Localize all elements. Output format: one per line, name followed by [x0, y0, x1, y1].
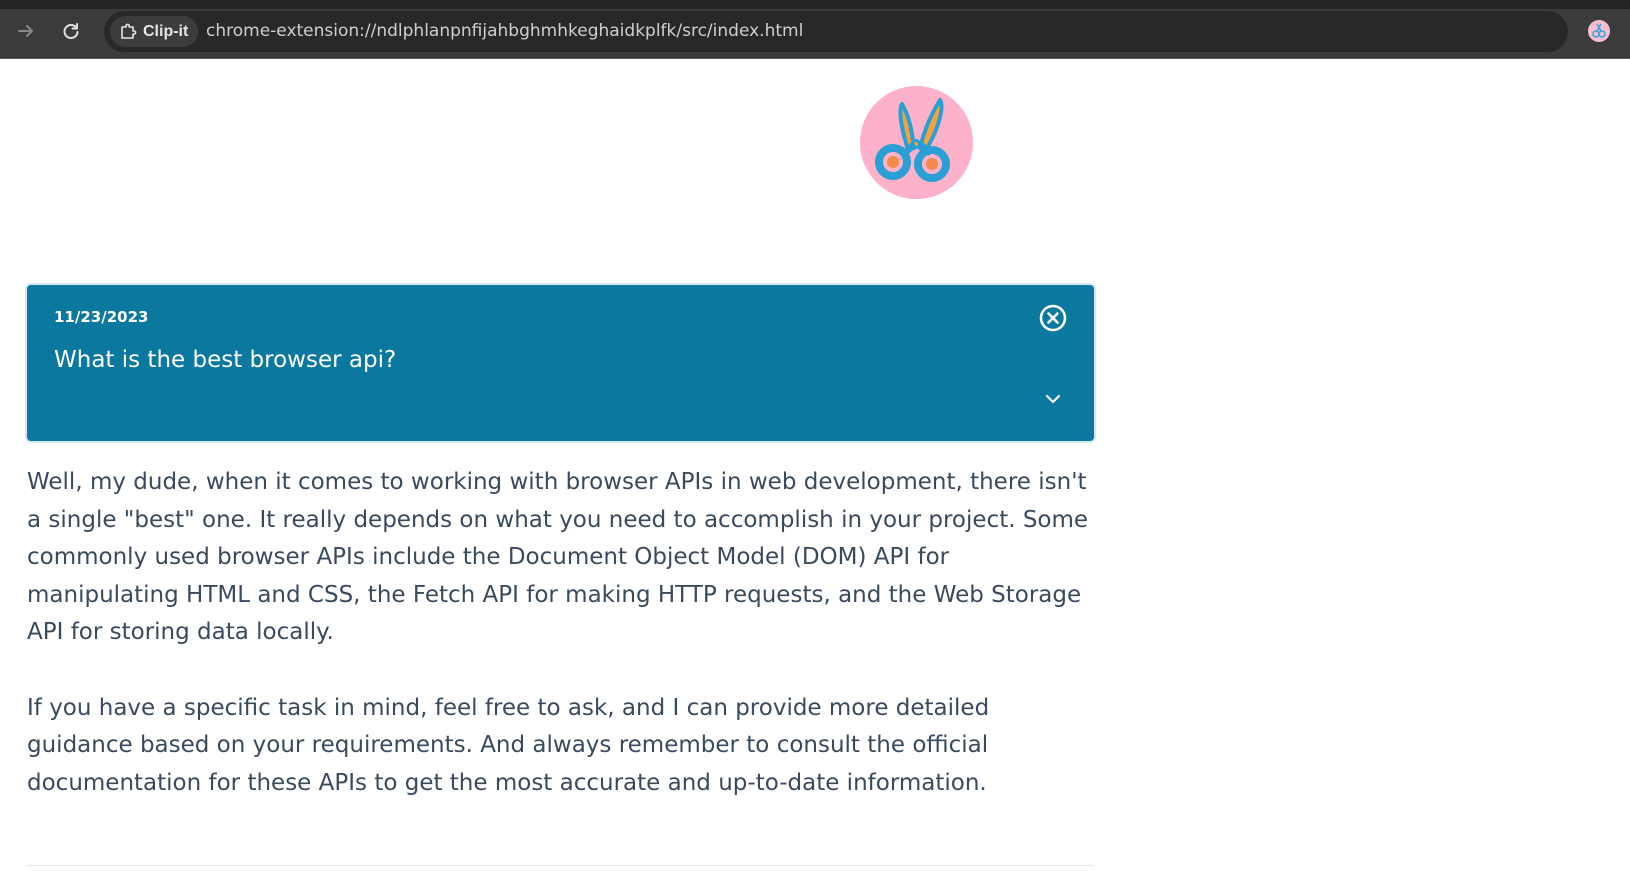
avatar[interactable] — [1588, 20, 1610, 42]
collapse-button[interactable] — [1039, 385, 1067, 413]
chevron-down-icon — [1045, 394, 1061, 404]
tab-strip — [0, 0, 1630, 9]
question-text: What is the best browser api? — [54, 347, 397, 373]
app-logo — [860, 86, 973, 199]
scissors-logo-icon — [860, 86, 973, 199]
close-circle-icon — [1039, 304, 1067, 332]
scissors-avatar-icon — [1588, 20, 1610, 42]
extension-chip-label: Clip-it — [143, 22, 189, 40]
address-bar[interactable]: Clip-it chrome-extension://ndlphlanpnfij… — [104, 11, 1568, 52]
url-text[interactable]: chrome-extension://ndlphlanpnfijahbghmhk… — [206, 21, 803, 41]
browser-toolbar: Clip-it chrome-extension://ndlphlanpnfij… — [0, 0, 1630, 59]
arrow-right-icon — [18, 25, 33, 37]
delete-button[interactable] — [1037, 302, 1069, 334]
answer-text: Well, my dude, when it comes to working … — [27, 464, 1102, 802]
reload-button[interactable] — [56, 16, 86, 46]
puzzle-icon — [121, 23, 137, 39]
extension-chip[interactable]: Clip-it — [110, 16, 198, 47]
forward-button[interactable] — [11, 16, 41, 46]
reload-icon — [63, 23, 79, 39]
answer-paragraph: Well, my dude, when it comes to working … — [27, 469, 1089, 646]
answer-paragraph: If you have a specific task in mind, fee… — [27, 694, 990, 796]
question-card[interactable]: 11/23/2023 What is the best browser api? — [27, 285, 1094, 441]
question-date: 11/23/2023 — [54, 308, 149, 326]
divider — [27, 865, 1094, 866]
